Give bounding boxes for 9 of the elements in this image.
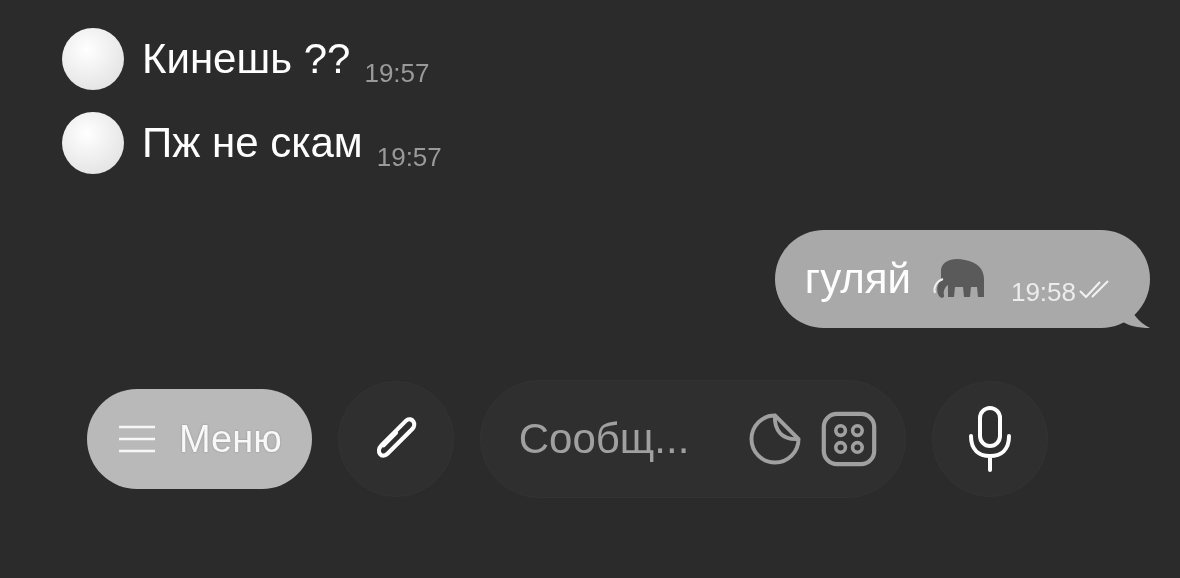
message-time: 19:58: [1010, 276, 1076, 308]
message-text: Пж не скам: [142, 119, 363, 167]
message-time: 19:57: [364, 57, 430, 89]
menu-button[interactable]: Меню: [87, 389, 312, 489]
message-field[interactable]: Сообщ...: [516, 414, 731, 464]
message-text: Кинешь ??: [142, 35, 351, 83]
message-time: 19:57: [376, 141, 442, 173]
menu-icon: [117, 424, 157, 454]
message-text: гуляй: [804, 255, 911, 303]
